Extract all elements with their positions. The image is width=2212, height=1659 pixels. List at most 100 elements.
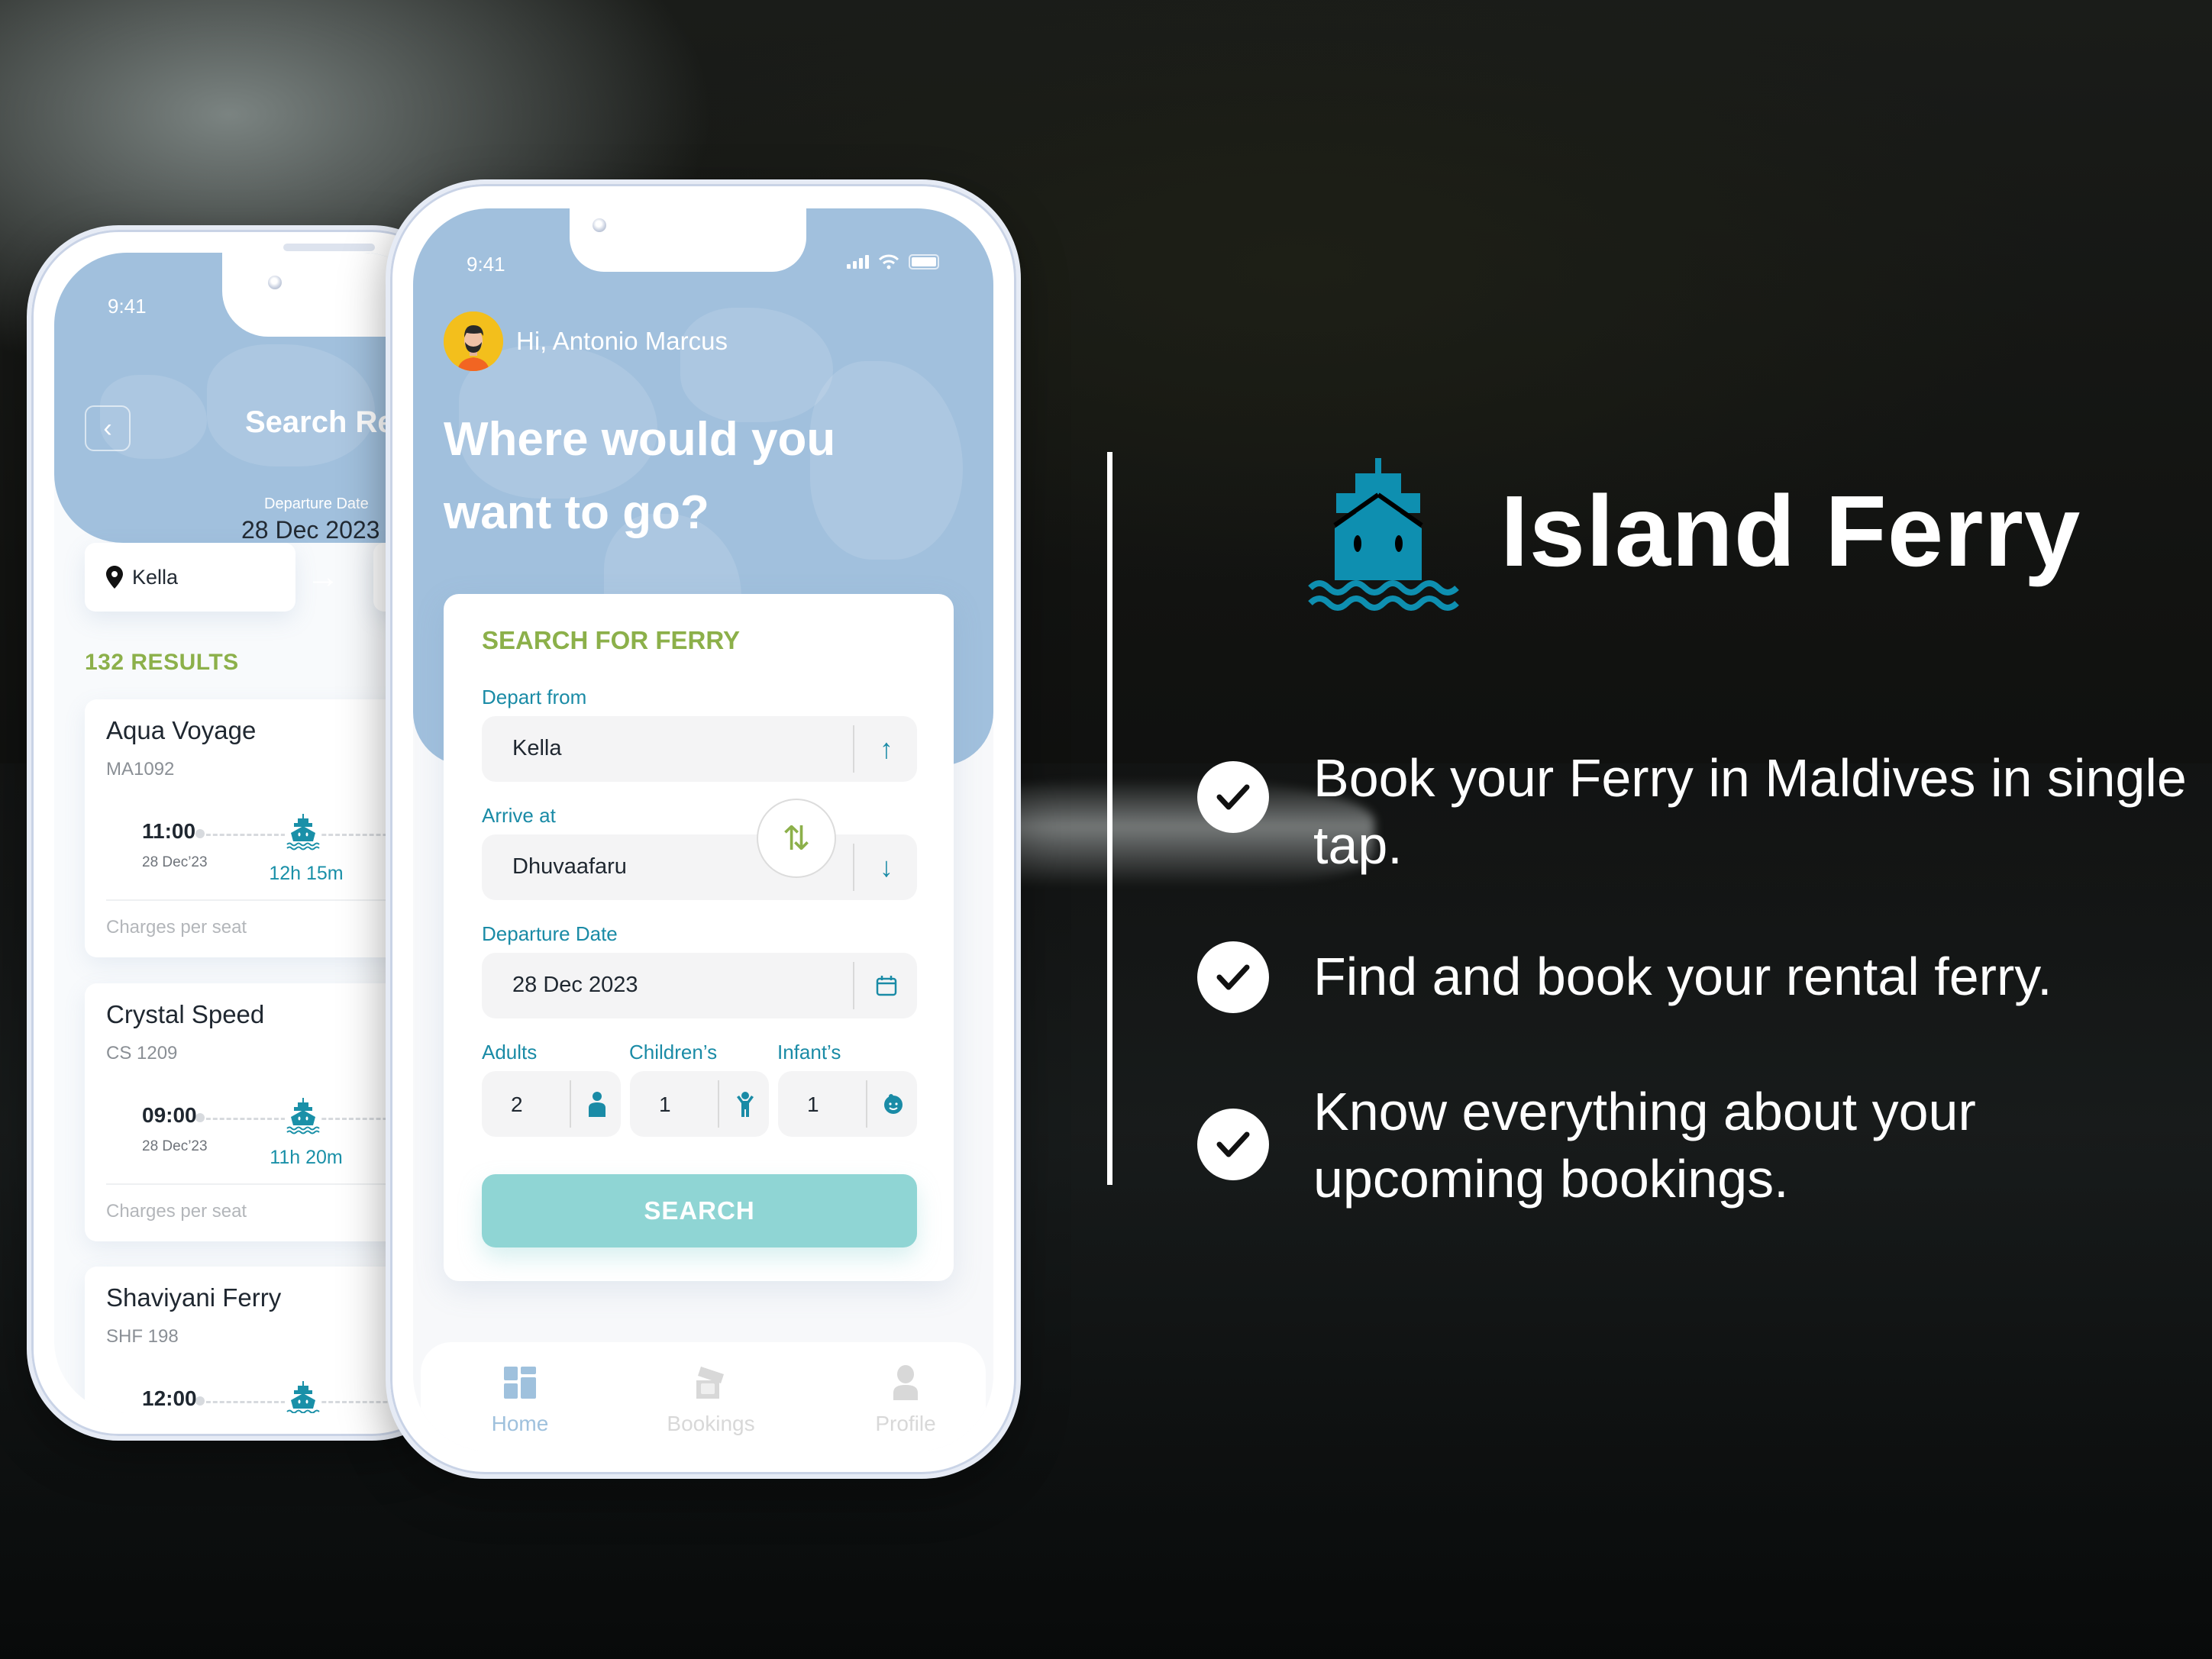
departure-date-value: 28 Dec 2023: [512, 973, 638, 997]
depart-from-value: Kella: [512, 736, 562, 760]
children-field[interactable]: 1: [630, 1071, 769, 1137]
adult-icon: [578, 1085, 616, 1123]
departure-date: 28 Dec 2023: [241, 516, 380, 544]
result-card[interactable]: Shaviyani Ferry SHF 198 12:00 28 Dec’23 …: [85, 1267, 436, 1413]
date-label: Departure Date: [482, 922, 618, 945]
arrow-up-icon: ↑: [880, 733, 893, 764]
avatar[interactable]: [444, 311, 503, 371]
result-card[interactable]: Aqua Voyage MA1092 11:00 28 Dec’23 12h 1…: [85, 699, 436, 957]
field-divider: [853, 725, 854, 773]
feature-text: Find and book your rental ferry.: [1313, 947, 2052, 1006]
arrow-down-icon: ↓: [880, 851, 893, 883]
departure-time: 12:00: [142, 1386, 197, 1410]
user-icon: [893, 1365, 918, 1400]
ferry-icon: [285, 1096, 321, 1135]
route-dot: [195, 1113, 205, 1122]
arrive-label: Arrive at: [482, 804, 556, 827]
results-count: 132 RESULTS: [85, 650, 239, 675]
check-circle-icon: [1197, 761, 1269, 833]
departure-date-field[interactable]: 28 Dec 2023: [482, 953, 917, 1018]
infant-icon: [874, 1085, 912, 1123]
ferry-code: SHF 198: [106, 1326, 179, 1347]
search-results-screen: 9:41 ‹ Search Results Departure Date 28 …: [54, 253, 436, 1413]
ship-icon: [1308, 458, 1459, 611]
adults-label: Adults: [482, 1041, 538, 1064]
departure-time: 11:00: [142, 819, 196, 843]
search-ferry-card: SEARCH FOR FERRY Depart from Kella ↑ Arr…: [444, 594, 954, 1281]
route-from-field[interactable]: Kella: [85, 543, 295, 612]
search-button[interactable]: SEARCH: [482, 1174, 917, 1247]
swap-arrows-icon: ⇅: [782, 819, 811, 857]
phone-home: 9:41 Hi, Antonio Marcus Where would you …: [386, 179, 1021, 1479]
depart-label: Depart from: [482, 686, 587, 708]
speaker-grille: [283, 244, 375, 251]
calendar-icon: [867, 967, 906, 1005]
tab-bookings[interactable]: Bookings: [642, 1365, 780, 1436]
ferry-icon: [285, 1380, 321, 1413]
infants-field[interactable]: 1: [778, 1071, 917, 1137]
feature-text: Know everything about your upcoming book…: [1313, 1082, 1976, 1209]
arrow-right-icon: →: [306, 558, 340, 595]
signal-icon: [847, 255, 869, 269]
search-card-title: SEARCH FOR FERRY: [482, 626, 740, 654]
check-circle-icon: [1197, 941, 1269, 1013]
tab-label: Bookings: [667, 1412, 755, 1435]
headline: Where would you want to go?: [444, 413, 836, 539]
tab-label: Profile: [875, 1412, 936, 1435]
ferry-name: Aqua Voyage: [106, 716, 257, 744]
infants-label: Infant’s: [777, 1041, 841, 1064]
result-card[interactable]: Crystal Speed CS 1209 09:00 28 Dec’23 11…: [85, 983, 436, 1241]
tab-profile[interactable]: Profile: [837, 1365, 974, 1436]
wifi-icon: [878, 254, 899, 270]
check-circle-icon: [1197, 1109, 1269, 1180]
route-dot: [195, 829, 205, 838]
adults-field[interactable]: 2: [482, 1071, 621, 1137]
ferry-code: MA1092: [106, 759, 175, 779]
dashboard-icon: [504, 1367, 536, 1399]
location-pin-icon: [106, 566, 123, 589]
greeting: Hi, Antonio Marcus: [516, 327, 728, 355]
status-time: 9:41: [467, 253, 505, 276]
field-divider: [866, 1080, 867, 1128]
feature-text: Book your Ferry in Maldives in single ta…: [1313, 748, 2187, 875]
battery-icon: [909, 254, 939, 270]
tickets-icon: [696, 1367, 724, 1399]
charges-label: Charges per seat: [106, 917, 247, 938]
status-icons: [847, 254, 939, 270]
tab-home[interactable]: Home: [451, 1365, 589, 1436]
vertical-divider: [1107, 452, 1112, 1185]
ferry-name: Shaviyani Ferry: [106, 1283, 282, 1312]
departure-day: 28 Dec’23: [142, 1138, 208, 1154]
front-camera: [268, 276, 282, 289]
field-divider: [853, 962, 854, 1009]
tab-label: Home: [491, 1412, 549, 1435]
adults-value: 2: [511, 1093, 523, 1116]
notch: [570, 208, 806, 272]
ferry-name: Crystal Speed: [106, 1000, 265, 1028]
ferry-code: CS 1209: [106, 1043, 178, 1064]
back-button[interactable]: ‹: [85, 405, 131, 451]
arrive-at-field[interactable]: Dhuvaafaru ↓: [482, 834, 917, 900]
chevron-left-icon: ‹: [103, 413, 112, 443]
field-divider: [570, 1080, 571, 1128]
ferry-icon: [285, 812, 321, 850]
trip-duration: 12h 15m: [269, 863, 344, 884]
infants-value: 1: [807, 1093, 819, 1116]
depart-from-field[interactable]: Kella ↑: [482, 716, 917, 782]
children-value: 1: [659, 1093, 671, 1116]
field-divider: [718, 1080, 719, 1128]
route-from-value: Kella: [132, 565, 179, 589]
route-dot: [195, 1396, 205, 1406]
charges-label: Charges per seat: [106, 1201, 247, 1222]
departure-date-label: Departure Date: [264, 495, 369, 512]
child-icon: [726, 1085, 764, 1123]
home-screen: 9:41 Hi, Antonio Marcus Where would you …: [413, 208, 993, 1451]
status-time: 9:41: [108, 295, 147, 318]
front-camera: [593, 218, 606, 232]
brand-title: Island Ferry: [1500, 475, 2081, 587]
bottom-tab-bar: Home Bookings Profile: [421, 1342, 986, 1451]
swap-locations-button[interactable]: ⇅: [757, 799, 836, 878]
arrive-at-value: Dhuvaafaru: [512, 854, 627, 879]
field-divider: [853, 844, 854, 891]
user-avatar-illustration: [444, 311, 503, 371]
